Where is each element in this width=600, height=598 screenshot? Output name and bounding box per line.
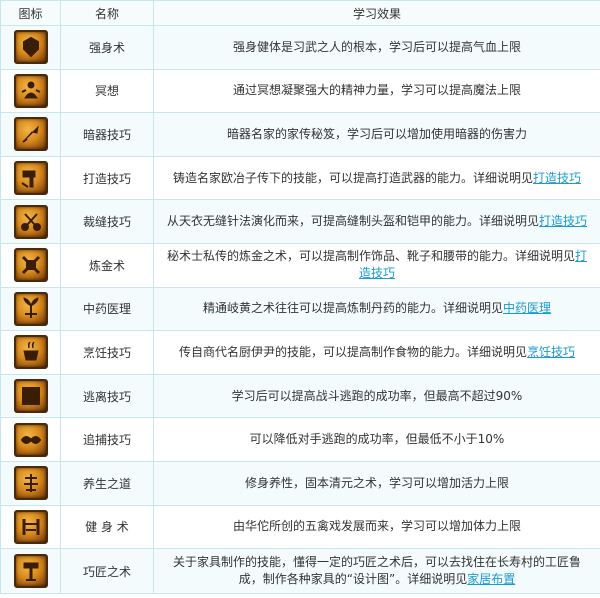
chase-icon (13, 422, 48, 457)
effect-text: 精通岐黄之术往往可以提高炼制丹药的能力。详细说明见 (202, 301, 503, 316)
skill-name: 冥想 (60, 68, 154, 114)
skill-name: 健 身 术 (60, 504, 154, 550)
effect-text: 铸造名家欧冶子传下的技能，可以提高打造武器的能力。详细说明见 (172, 170, 533, 185)
skill-effect: 学习后可以提高战斗逃跑的成功率，但最高不超过90% (153, 373, 600, 419)
scissors-icon (13, 204, 48, 239)
skill-effect: 关于家具制作的技能，懂得一定的巧匠之术后，可以去找住在长寿村的工匠鲁成，制作各种… (153, 548, 600, 595)
icon-cell (0, 199, 61, 244)
effect-text: 由华佗所创的五禽戏发展而来，学习可以增加体力上限 (232, 519, 521, 534)
icon-cell (0, 504, 61, 550)
table-row: 暗器技巧 暗器名家的家传秘笈，学习后可以增加使用暗器的伤害力 (0, 112, 600, 157)
skill-effect: 精通岐黄之术往往可以提高炼制丹药的能力。详细说明见中药医理 (153, 286, 600, 332)
skill-effect: 通过冥想凝聚强大的精神力量，学习可以提高魔法上限 (153, 68, 600, 114)
skill-effect: 暗器名家的家传秘笈，学习后可以增加使用暗器的伤害力 (153, 112, 600, 157)
skill-name: 裁缝技巧 (60, 199, 154, 244)
icon-cell (0, 330, 61, 375)
skill-name: 追捕技巧 (60, 417, 154, 462)
skill-effect: 修身养性，固本清元之术，学习可以增加活力上限 (153, 460, 600, 506)
table-row: 裁缝技巧 从天衣无缝针法演化而来，可提高缝制头盔和铠甲的能力。详细说明见打造技巧 (0, 199, 600, 244)
strength-icon (13, 30, 48, 65)
effect-text: 可以降低对手逃跑的成功率，但最低不小于10% (249, 432, 505, 447)
icon-cell (0, 548, 61, 595)
fitness-icon (13, 509, 48, 544)
table-row: 打造技巧 铸造名家欧冶子传下的技能，可以提高打造武器的能力。详细说明见打造技巧 (0, 155, 600, 201)
icon-cell (0, 242, 61, 288)
icon-cell (0, 68, 61, 114)
icon-cell (0, 25, 61, 70)
skill-name: 中药医理 (60, 286, 154, 332)
skills-table: 图标 名称 学习效果 强身术 强身健体是习武之人的根本，学习后可以提高气血上限冥想… (0, 0, 600, 595)
vitality-icon (13, 466, 48, 501)
effect-text: 从天衣无缝针法演化而来，可提高缝制头盔和铠甲的能力。详细说明见 (166, 214, 539, 229)
skill-effect: 由华佗所创的五禽戏发展而来，学习可以增加体力上限 (153, 504, 600, 550)
skill-effect: 秘术士私传的炼金之术，可以提高制作饰品、靴子和腰带的能力。详细说明见打造技巧 (153, 242, 600, 288)
skill-name: 强身术 (60, 25, 154, 70)
icon-cell (0, 460, 61, 506)
skill-effect: 可以降低对手逃跑的成功率，但最低不小于10% (153, 417, 600, 462)
skill-name: 巧匠之术 (60, 548, 154, 595)
detail-link[interactable]: 打造技巧 (539, 214, 587, 228)
detail-link[interactable]: 家居布置 (467, 572, 515, 586)
effect-text: 通过冥想凝聚强大的精神力量，学习可以提高魔法上限 (232, 83, 521, 98)
icon-cell (0, 286, 61, 332)
detail-link[interactable]: 烹饪技巧 (527, 345, 575, 359)
skill-name: 炼金术 (60, 242, 154, 288)
table-row: 养生之道 修身养性，固本清元之术，学习可以增加活力上限 (0, 460, 600, 506)
effect-text: 修身养性，固本清元之术，学习可以增加活力上限 (244, 475, 509, 490)
icon-cell (0, 112, 61, 157)
escape-icon (13, 379, 48, 414)
skill-name: 暗器技巧 (60, 112, 154, 157)
header-icon: 图标 (0, 0, 61, 26)
table-row: 冥想 通过冥想凝聚强大的精神力量，学习可以提高魔法上限 (0, 68, 600, 114)
effect-text: 暗器名家的家传秘笈，学习后可以增加使用暗器的伤害力 (226, 126, 527, 141)
detail-link[interactable]: 打造技巧 (533, 171, 581, 185)
icon-cell (0, 155, 61, 201)
skill-effect: 传自商代名厨伊尹的技能，可以提高制作食物的能力。详细说明见烹饪技巧 (153, 330, 600, 375)
effect-text: 传自商代名厨伊尹的技能，可以提高制作食物的能力。详细说明见 (178, 344, 527, 359)
skill-name: 烹饪技巧 (60, 330, 154, 375)
table-row: 中药医理 精通岐黄之术往往可以提高炼制丹药的能力。详细说明见中药医理 (0, 286, 600, 332)
herb-icon (13, 291, 48, 326)
effect-text: 关于家具制作的技能，懂得一定的巧匠之术后，可以去找住在长寿村的工匠鲁成，制作各种… (172, 555, 581, 587)
table-row: 逃离技巧 学习后可以提高战斗逃跑的成功率，但最高不超过90% (0, 373, 600, 419)
hammer-icon (13, 161, 48, 196)
alchemy-icon (13, 248, 48, 283)
skill-name: 打造技巧 (60, 155, 154, 201)
table-row: 巧匠之术 关于家具制作的技能，懂得一定的巧匠之术后，可以去找住在长寿村的工匠鲁成，… (0, 548, 600, 595)
effect-text: 强身健体是习武之人的根本，学习后可以提高气血上限 (232, 39, 521, 54)
table-row: 炼金术 秘术士私传的炼金之术，可以提高制作饰品、靴子和腰带的能力。详细说明见打造技… (0, 242, 600, 288)
skill-effect: 强身健体是习武之人的根本，学习后可以提高气血上限 (153, 25, 600, 70)
header-effect: 学习效果 (153, 0, 600, 26)
effect-text: 秘术士私传的炼金之术，可以提高制作饰品、靴子和腰带的能力。详细说明见 (166, 249, 575, 264)
skill-name: 逃离技巧 (60, 373, 154, 419)
detail-link[interactable]: 中药医理 (503, 301, 551, 315)
skill-name: 养生之道 (60, 460, 154, 506)
table-row: 烹饪技巧 传自商代名厨伊尹的技能，可以提高制作食物的能力。详细说明见烹饪技巧 (0, 330, 600, 375)
skill-effect: 从天衣无缝针法演化而来，可提高缝制头盔和铠甲的能力。详细说明见打造技巧 (153, 199, 600, 244)
header-name: 名称 (60, 0, 154, 26)
cooking-icon (13, 335, 48, 370)
icon-cell (0, 417, 61, 462)
table-row: 健 身 术 由华佗所创的五禽戏发展而来，学习可以增加体力上限 (0, 504, 600, 550)
skill-effect: 铸造名家欧冶子传下的技能，可以提高打造武器的能力。详细说明见打造技巧 (153, 155, 600, 201)
table-row: 强身术 强身健体是习武之人的根本，学习后可以提高气血上限 (0, 25, 600, 70)
craftsman-icon (13, 554, 48, 589)
icon-cell (0, 373, 61, 419)
effect-text: 学习后可以提高战斗逃跑的成功率，但最高不超过90% (231, 388, 523, 403)
dart-icon (13, 117, 48, 152)
table-row: 追捕技巧 可以降低对手逃跑的成功率，但最低不小于10% (0, 417, 600, 462)
table-header-row: 图标 名称 学习效果 (0, 0, 600, 26)
meditation-icon (13, 73, 48, 108)
